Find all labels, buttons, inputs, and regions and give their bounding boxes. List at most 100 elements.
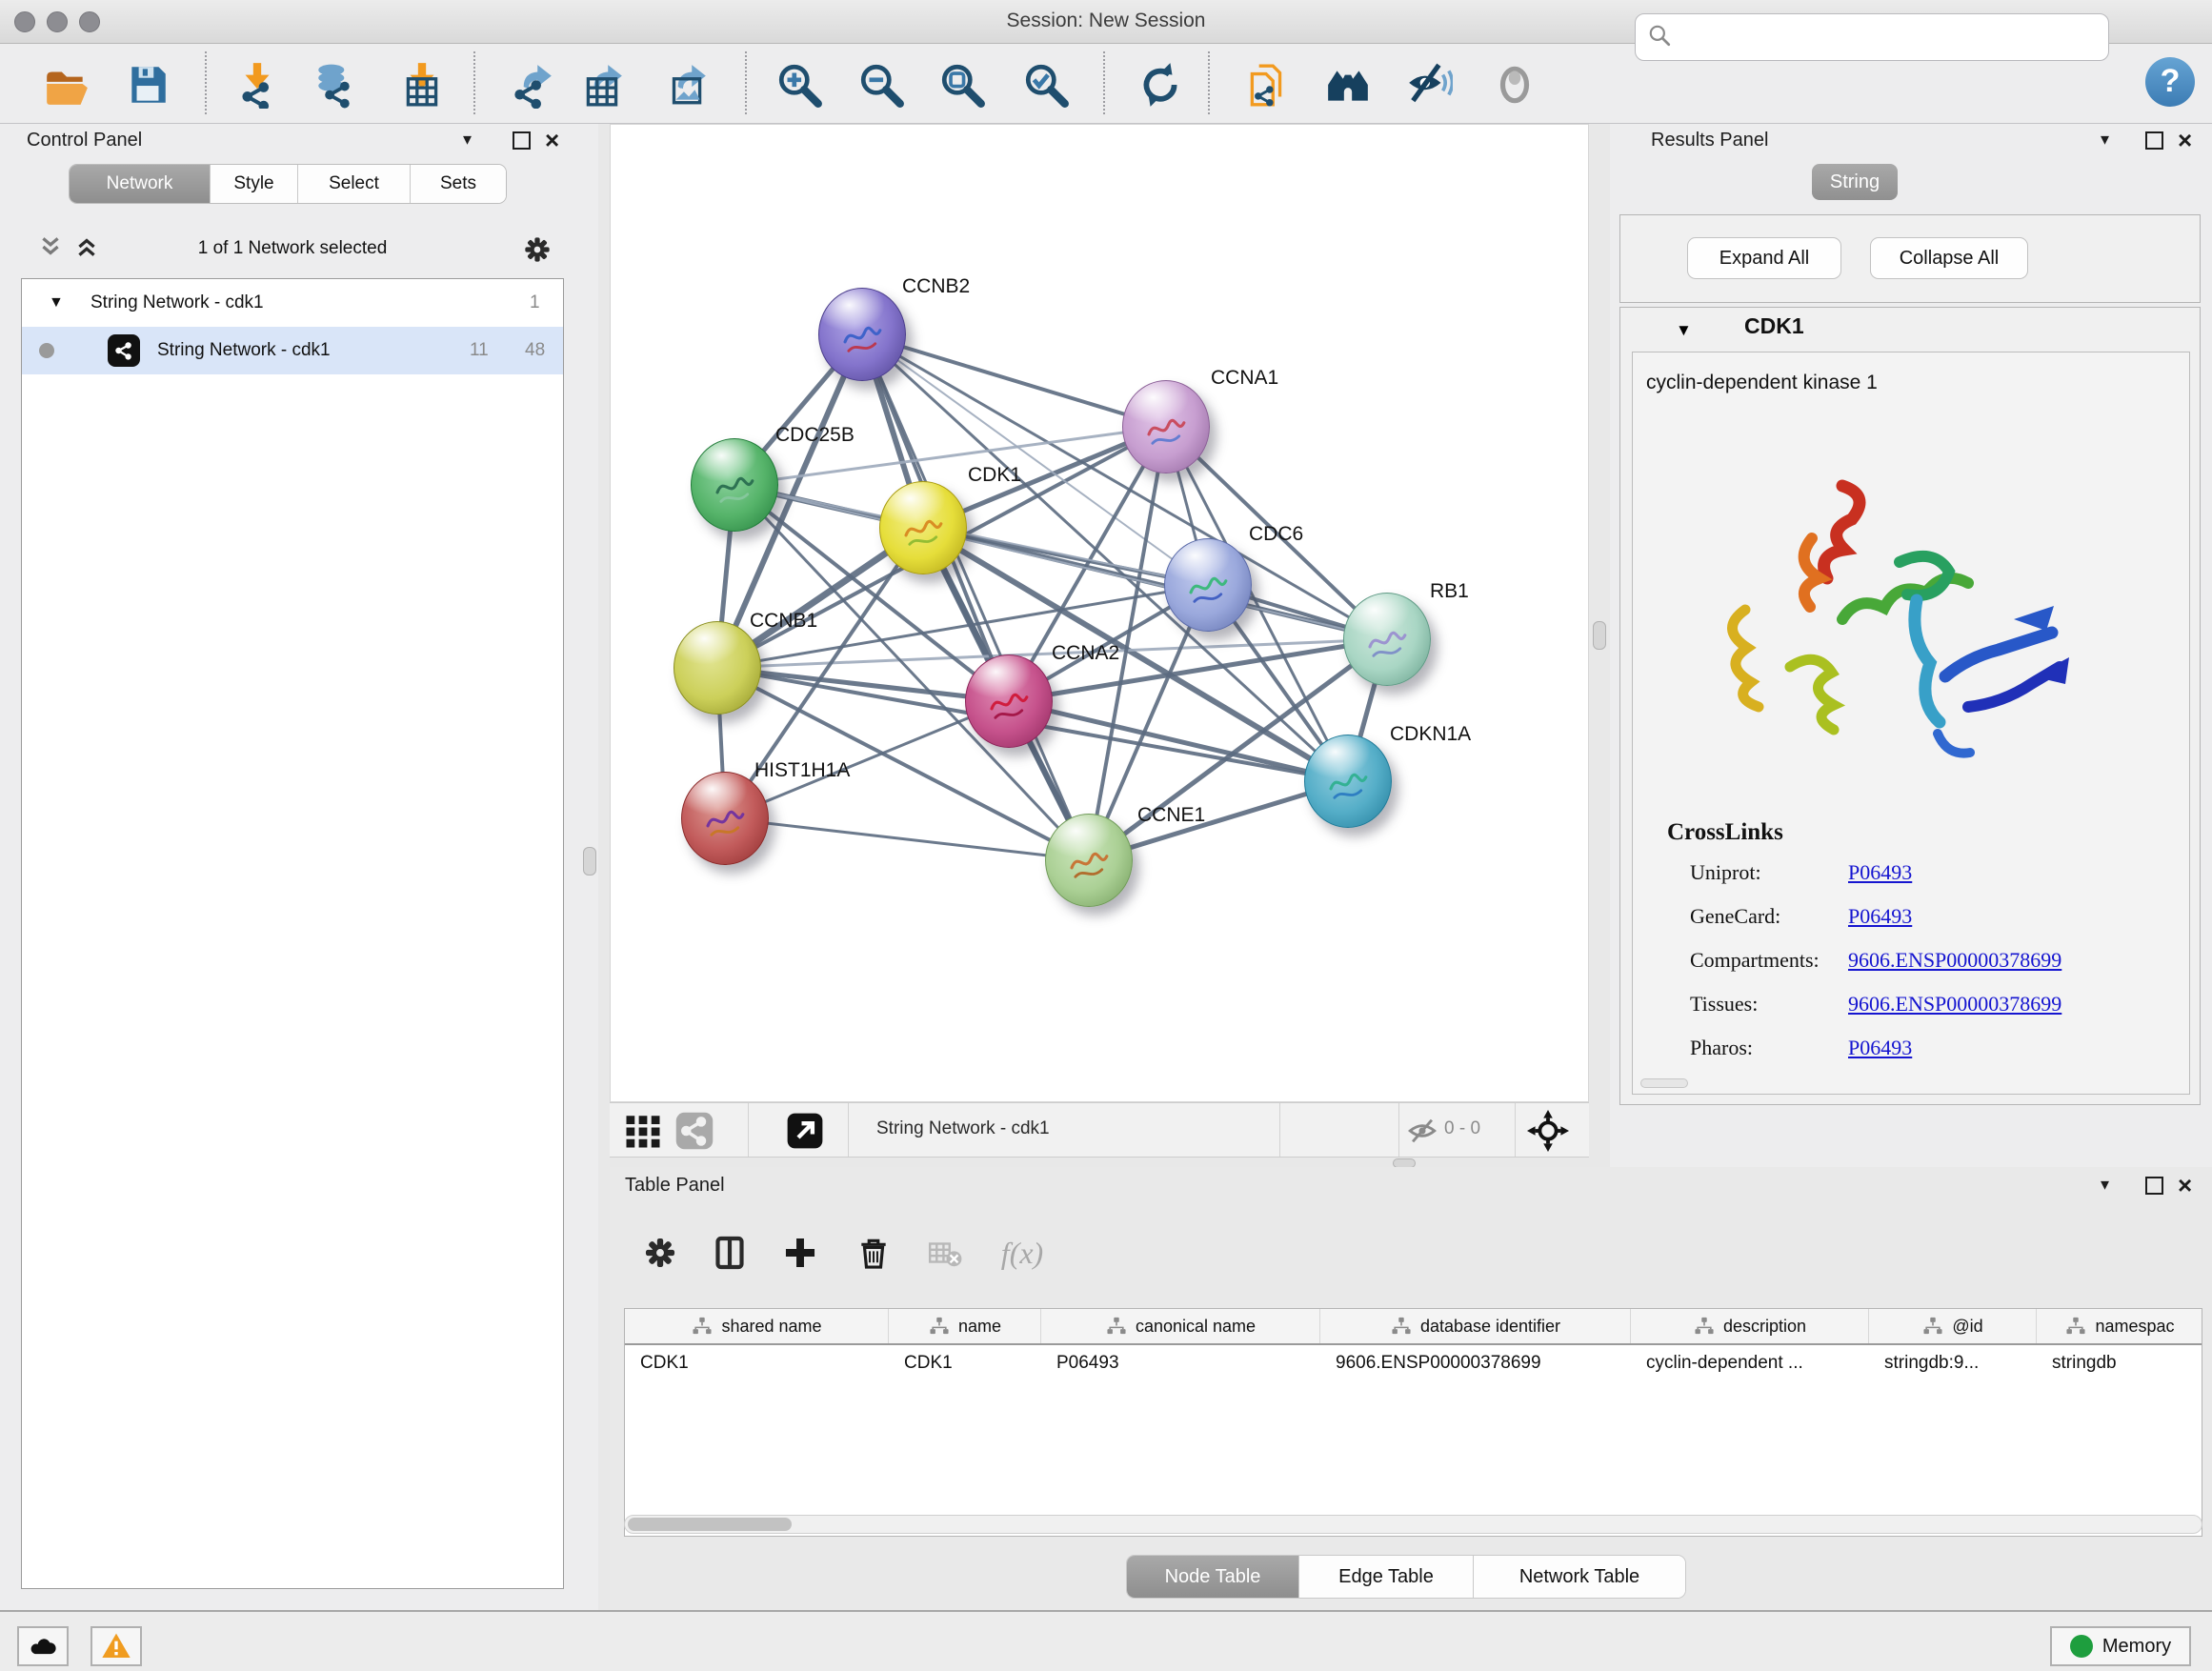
network-node-cdc6[interactable] (1164, 538, 1252, 632)
network-node-ccnb1[interactable] (674, 621, 761, 715)
table-options-gear-icon[interactable] (633, 1226, 687, 1279)
table-cell[interactable]: CDK1 (889, 1345, 1041, 1383)
results-panel: Results Panel ▾ × String Expand All Coll… (1610, 124, 2212, 1167)
network-options-gear-icon[interactable] (522, 234, 553, 270)
node-table[interactable]: shared namenamecanonical namedatabase id… (624, 1308, 2202, 1537)
network-edge[interactable] (862, 334, 1089, 860)
table-panel-float-icon[interactable] (2145, 1177, 2163, 1195)
tab-sets[interactable]: Sets (411, 165, 506, 203)
open-session-button[interactable] (39, 57, 94, 112)
network-node-ccna2[interactable] (965, 654, 1053, 748)
control-panel-float-icon[interactable] (513, 131, 531, 150)
import-database-button[interactable] (309, 57, 364, 112)
results-panel-close-icon[interactable]: × (2178, 131, 2192, 150)
network-edge[interactable] (734, 485, 1208, 585)
tab-edge-table[interactable]: Edge Table (1299, 1556, 1474, 1598)
export-network-button[interactable] (504, 57, 559, 112)
tab-network-table[interactable]: Network Table (1474, 1556, 1685, 1598)
column-header-description[interactable]: description (1631, 1309, 1869, 1343)
collapse-all-button[interactable]: Collapse All (1870, 237, 2028, 279)
hide-panel-button[interactable] (1401, 57, 1457, 112)
search-tools-button[interactable] (1320, 57, 1376, 112)
memory-button[interactable]: Memory (2050, 1626, 2191, 1666)
tab-string[interactable]: String (1812, 164, 1898, 200)
control-panel-collapse-icon[interactable]: ▾ (463, 130, 472, 150)
table-scrollbar-thumb[interactable] (628, 1518, 792, 1531)
control-panel-close-icon[interactable]: × (545, 131, 559, 150)
results-panel-collapse-icon[interactable]: ▾ (2101, 130, 2109, 150)
protein-collapse-icon[interactable]: ▼ (1676, 321, 1692, 340)
network-node-ccna1[interactable] (1122, 380, 1210, 473)
network-node-hist1h1a[interactable] (681, 772, 769, 865)
crosslink-link[interactable]: 9606.ENSP00000378699 (1848, 992, 2061, 1017)
network-node-cdkn1a[interactable] (1304, 735, 1392, 828)
crosslink-link[interactable]: P06493 (1848, 860, 1912, 885)
cloud-button[interactable] (17, 1626, 69, 1666)
tab-node-table[interactable]: Node Table (1127, 1556, 1299, 1598)
export-table-button[interactable] (574, 57, 630, 112)
birdseye-grid-icon[interactable] (623, 1111, 663, 1156)
column-header--id[interactable]: @id (1869, 1309, 2037, 1343)
crosslink-link[interactable]: 9606.ENSP00000378699 (1848, 948, 2061, 973)
show-columns-icon[interactable] (703, 1226, 756, 1279)
zoom-fit-button[interactable] (935, 57, 990, 112)
help-button[interactable]: ? (2145, 57, 2195, 107)
results-panel-float-icon[interactable] (2145, 131, 2163, 150)
hidden-eye-slash-icon[interactable] (1406, 1115, 1438, 1152)
zoom-in-button[interactable] (772, 57, 827, 112)
network-canvas[interactable]: CCNB2 CCNA1 CDC25B CDK1 CDC6 RB1CCNB1 CC… (610, 124, 1589, 1102)
import-table-button[interactable] (394, 57, 450, 112)
tab-network[interactable]: Network (70, 165, 211, 203)
move-crosshair-icon[interactable] (1526, 1109, 1570, 1158)
network-share-icon[interactable] (674, 1111, 714, 1156)
table-panel-close-icon[interactable]: × (2178, 1177, 2192, 1195)
column-header-namespac[interactable]: namespac (2037, 1309, 2202, 1343)
right-splitter-handle[interactable] (1593, 621, 1606, 650)
left-splitter-handle[interactable] (583, 847, 596, 876)
search-box[interactable] (1635, 13, 2109, 61)
column-header-name[interactable]: name (889, 1309, 1041, 1343)
network-node-ccne1[interactable] (1045, 814, 1133, 907)
column-header-database-identifier[interactable]: database identifier (1320, 1309, 1631, 1343)
delete-column-trash-icon[interactable] (847, 1226, 900, 1279)
table-cell[interactable]: stringdb (2037, 1345, 2202, 1383)
table-cell[interactable]: CDK1 (625, 1345, 889, 1383)
table-horizontal-scrollbar[interactable] (624, 1515, 2202, 1534)
crosslink-link[interactable]: P06493 (1848, 1036, 1912, 1060)
tree-expand-icon[interactable]: ▼ (49, 294, 64, 312)
add-column-plus-icon[interactable] (774, 1226, 827, 1279)
warning-button[interactable] (90, 1626, 142, 1666)
network-node-ccnb2[interactable] (818, 288, 906, 381)
crosslink-link[interactable]: P06493 (1848, 904, 1912, 929)
search-input[interactable] (1672, 18, 2108, 56)
zoom-out-button[interactable] (854, 57, 909, 112)
tab-style[interactable]: Style (211, 165, 298, 203)
network-edge[interactable] (725, 818, 1089, 860)
save-session-button[interactable] (120, 57, 175, 112)
tab-select[interactable]: Select (298, 165, 411, 203)
import-network-button[interactable] (230, 57, 285, 112)
network-edge[interactable] (862, 334, 1166, 427)
export-image-button[interactable] (658, 57, 714, 112)
network-node-cdc25b[interactable] (691, 438, 778, 532)
table-cell[interactable]: 9606.ENSP00000378699 (1320, 1345, 1631, 1383)
table-cell[interactable]: stringdb:9... (1869, 1345, 2037, 1383)
open-in-window-icon[interactable] (785, 1111, 825, 1156)
network-row-selected[interactable]: String Network - cdk1 11 48 (22, 327, 563, 374)
table-cell[interactable]: cyclin-dependent ... (1631, 1345, 1869, 1383)
network-node-cdk1[interactable] (879, 481, 967, 574)
table-row[interactable]: CDK1CDK1P064939606.ENSP00000378699cyclin… (625, 1345, 2202, 1383)
column-header-shared-name[interactable]: shared name (625, 1309, 889, 1343)
table-cell[interactable]: P06493 (1041, 1345, 1320, 1383)
network-overview-button[interactable] (1239, 57, 1295, 112)
expand-all-button[interactable]: Expand All (1687, 237, 1841, 279)
network-collection-row[interactable]: ▼ String Network - cdk1 1 (22, 279, 563, 327)
zoom-selected-button[interactable] (1018, 57, 1074, 112)
show-graphics-button[interactable] (1487, 57, 1542, 112)
apply-layout-button[interactable] (1133, 57, 1188, 112)
network-node-rb1[interactable] (1343, 593, 1431, 686)
column-header-canonical-name[interactable]: canonical name (1041, 1309, 1320, 1343)
crosslinks-scrollbar[interactable] (1640, 1078, 1688, 1088)
zoom-selected-icon (1022, 61, 1070, 109)
table-panel-collapse-icon[interactable]: ▾ (2101, 1175, 2109, 1195)
